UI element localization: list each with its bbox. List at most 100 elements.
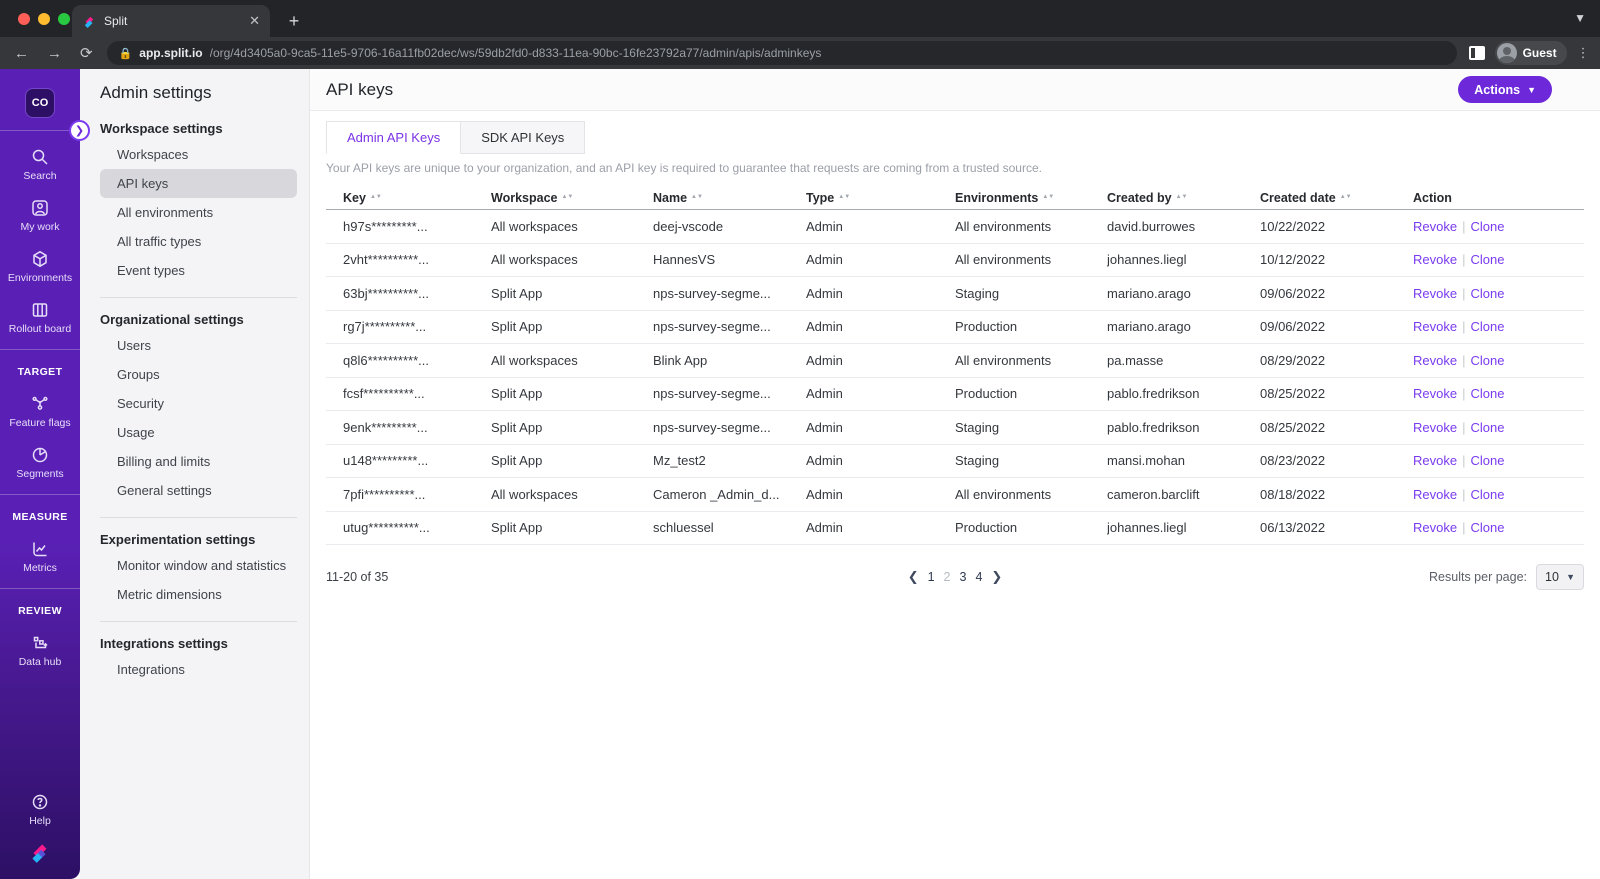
sidebar-item-segments[interactable]: Segments (0, 445, 80, 480)
browser-tab-strip: Split ✕ + ▼ (0, 0, 1600, 37)
cell-environments: All environments (955, 218, 1052, 234)
expand-sidebar-button[interactable]: ❯ (69, 120, 90, 141)
nav-item-groups[interactable]: Groups (100, 360, 297, 389)
browser-menu-icon[interactable]: ⋮ (1577, 46, 1590, 59)
cell-type: Admin (806, 352, 843, 368)
sort-icon: ▲▼ (1175, 194, 1188, 200)
clone-link[interactable]: Clone (1470, 286, 1504, 301)
clone-link[interactable]: Clone (1470, 219, 1504, 234)
clone-link[interactable]: Clone (1470, 386, 1504, 401)
minimize-window-button[interactable] (38, 13, 50, 25)
cell-key: 7pfi**********... (343, 486, 426, 502)
page-1[interactable]: 1 (928, 570, 935, 584)
column-header-workspace[interactable]: Workspace ▲▼ (491, 191, 653, 205)
clone-link[interactable]: Clone (1470, 520, 1504, 535)
tab-admin-api-keys[interactable]: Admin API Keys (326, 121, 462, 154)
results-per-page-value: 10 (1545, 570, 1559, 584)
cell-name: Blink App (653, 352, 708, 368)
nav-item-all-traffic-types[interactable]: All traffic types (100, 227, 297, 256)
cell-action: Revoke | Clone (1413, 286, 1584, 301)
tab-sdk-api-keys[interactable]: SDK API Keys (461, 121, 586, 154)
back-button[interactable]: ← (14, 45, 29, 62)
actions-button[interactable]: Actions ▼ (1458, 76, 1552, 103)
side-panel-icon[interactable] (1468, 46, 1485, 60)
tab-search-chevron-icon[interactable]: ▼ (1574, 11, 1586, 25)
clone-link[interactable]: Clone (1470, 487, 1504, 502)
sidebar-item-metrics[interactable]: Metrics (0, 539, 80, 574)
sidebar-item-search[interactable]: Search (0, 147, 80, 182)
cell-key: 9enk*********... (343, 419, 428, 435)
cell-key: fcsf**********... (343, 386, 425, 402)
browser-tab[interactable]: Split ✕ (72, 5, 270, 37)
zoom-window-button[interactable] (58, 13, 70, 25)
profile-button[interactable]: Guest (1494, 41, 1567, 65)
sidebar-item-data-hub[interactable]: Data hub (0, 633, 80, 668)
revoke-link[interactable]: Revoke (1413, 286, 1457, 301)
cell-environments: Production (955, 520, 1018, 536)
revoke-link[interactable]: Revoke (1413, 520, 1457, 535)
nav-item-monitor-window[interactable]: Monitor window and statistics (100, 551, 297, 580)
nav-item-all-environments[interactable]: All environments (100, 198, 297, 227)
results-per-page-select[interactable]: 10 ▼ (1536, 564, 1584, 590)
revoke-link[interactable]: Revoke (1413, 453, 1457, 468)
browser-toolbar: ← → ⟳ 🔒 app.split.io /org/4d3405a0-9ca5-… (0, 37, 1600, 69)
address-bar[interactable]: 🔒 app.split.io /org/4d3405a0-9ca5-11e5-9… (106, 41, 1457, 65)
nav-divider (100, 517, 297, 518)
sidebar-divider (0, 130, 80, 131)
nav-divider (100, 621, 297, 622)
clone-link[interactable]: Clone (1470, 453, 1504, 468)
previous-page-icon[interactable]: ❮ (908, 569, 919, 585)
cell-created-date: 08/23/2022 (1260, 453, 1326, 469)
column-header-key[interactable]: Key ▲▼ (343, 191, 491, 205)
nav-item-security[interactable]: Security (100, 389, 297, 418)
revoke-link[interactable]: Revoke (1413, 353, 1457, 368)
page-header: API keys Actions ▼ (310, 69, 1600, 111)
nav-item-billing-and-limits[interactable]: Billing and limits (100, 447, 297, 476)
cell-environments: Production (955, 319, 1018, 335)
nav-item-workspaces[interactable]: Workspaces (100, 140, 297, 169)
page-4[interactable]: 4 (975, 570, 982, 584)
sidebar-item-help[interactable]: Help (0, 792, 80, 827)
clone-link[interactable]: Clone (1470, 252, 1504, 267)
nav-item-event-types[interactable]: Event types (100, 256, 297, 285)
page-3[interactable]: 3 (960, 570, 967, 584)
column-header-environments[interactable]: Environments ▲▼ (955, 191, 1107, 205)
cell-type: Admin (806, 520, 843, 536)
nav-item-api-keys[interactable]: API keys (100, 169, 297, 198)
cell-created-date: 06/13/2022 (1260, 520, 1326, 536)
sidebar-item-label: Data hub (18, 656, 62, 668)
revoke-link[interactable]: Revoke (1413, 487, 1457, 502)
column-header-name[interactable]: Name ▲▼ (653, 191, 806, 205)
app-window: CO Search My work Environments Rollout b… (0, 69, 1600, 879)
revoke-link[interactable]: Revoke (1413, 252, 1457, 267)
column-header-created-by[interactable]: Created by ▲▼ (1107, 191, 1260, 205)
clone-link[interactable]: Clone (1470, 420, 1504, 435)
revoke-link[interactable]: Revoke (1413, 219, 1457, 234)
nav-item-integrations[interactable]: Integrations (100, 655, 297, 684)
forward-button[interactable]: → (47, 45, 62, 62)
sidebar-item-rollout-board[interactable]: Rollout board (0, 300, 80, 335)
workspace-badge[interactable]: CO (25, 88, 55, 118)
nav-item-users[interactable]: Users (100, 331, 297, 360)
cell-workspace: All workspaces (491, 486, 578, 502)
cell-key: rg7j**********... (343, 319, 427, 335)
new-tab-button[interactable]: + (282, 9, 306, 33)
nav-item-general-settings[interactable]: General settings (100, 476, 297, 505)
sidebar-item-environments[interactable]: Environments (0, 249, 80, 284)
tab-close-icon[interactable]: ✕ (249, 13, 260, 29)
sidebar-item-my-work[interactable]: My work (0, 198, 80, 233)
next-page-icon[interactable]: ❯ (991, 569, 1002, 585)
column-header-type[interactable]: Type ▲▼ (806, 191, 955, 205)
action-separator: | (1462, 419, 1466, 435)
column-header-created-date[interactable]: Created date ▲▼ (1260, 191, 1413, 205)
reload-button[interactable]: ⟳ (80, 44, 93, 62)
clone-link[interactable]: Clone (1470, 319, 1504, 334)
sidebar-item-feature-flags[interactable]: Feature flags (0, 394, 80, 429)
revoke-link[interactable]: Revoke (1413, 420, 1457, 435)
nav-item-usage[interactable]: Usage (100, 418, 297, 447)
close-window-button[interactable] (18, 13, 30, 25)
revoke-link[interactable]: Revoke (1413, 386, 1457, 401)
revoke-link[interactable]: Revoke (1413, 319, 1457, 334)
clone-link[interactable]: Clone (1470, 353, 1504, 368)
nav-item-metric-dimensions[interactable]: Metric dimensions (100, 580, 297, 609)
